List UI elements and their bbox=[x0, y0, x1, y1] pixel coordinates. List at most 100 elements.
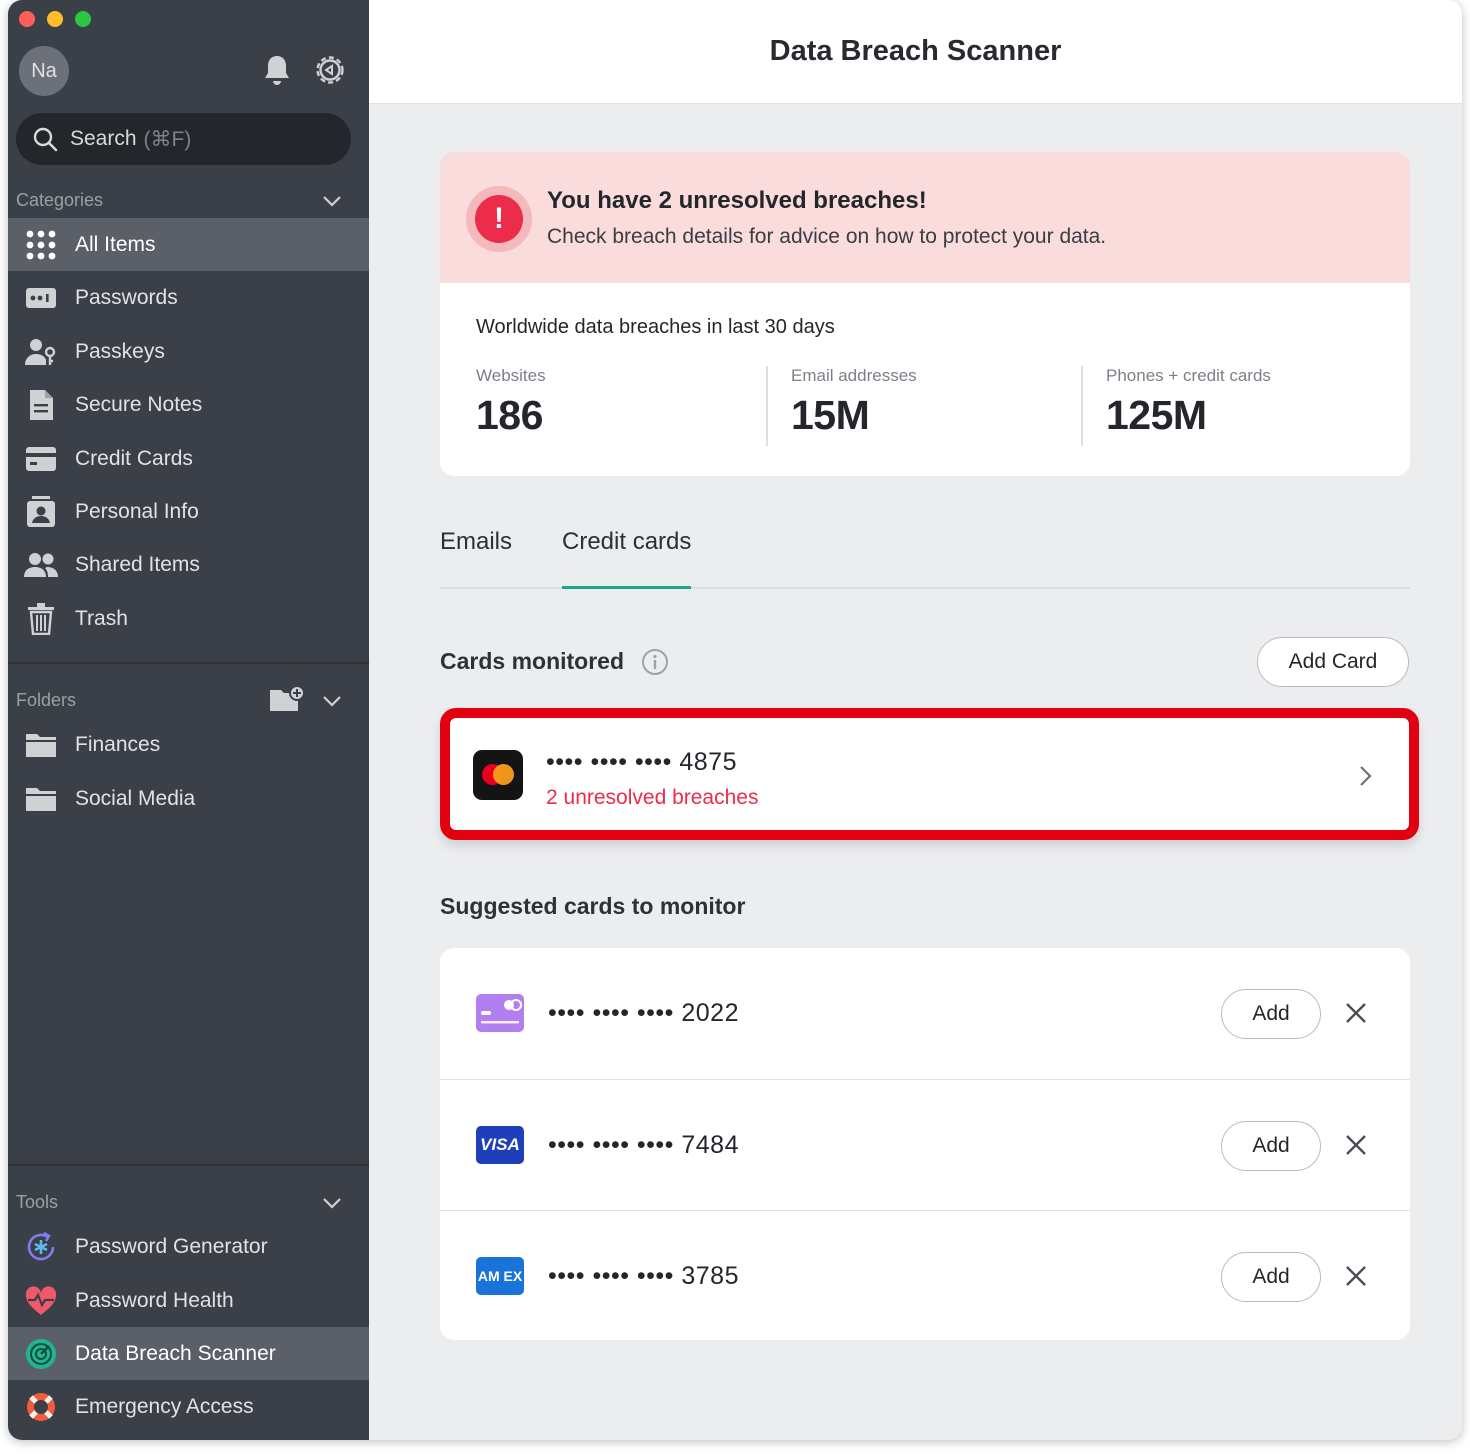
sidebar-item-label: Passwords bbox=[75, 285, 178, 309]
stat-divider bbox=[766, 366, 768, 446]
monitored-card-row[interactable]: •••• •••• •••• 4875 2 unresolved breache… bbox=[440, 708, 1419, 840]
search-shortcut: (⌘F) bbox=[143, 127, 192, 151]
close-icon[interactable] bbox=[1344, 1264, 1368, 1288]
tools-header[interactable]: Tools bbox=[8, 1186, 369, 1218]
sidebar-item-label: Secure Notes bbox=[75, 392, 203, 416]
breach-status: 2 unresolved breaches bbox=[546, 786, 759, 809]
card-number: •••• •••• •••• 7484 bbox=[548, 1131, 739, 1159]
trash-icon bbox=[24, 602, 58, 636]
amex-icon: AM EX bbox=[476, 1257, 524, 1295]
people-icon bbox=[24, 548, 58, 582]
password-icon bbox=[24, 281, 58, 315]
chevron-right-icon[interactable] bbox=[1357, 764, 1373, 788]
generic-card-icon bbox=[476, 994, 524, 1032]
sidebar-tool-password-health[interactable]: Password Health bbox=[8, 1274, 369, 1327]
zoom-window-button[interactable] bbox=[75, 11, 91, 27]
alert-title: You have 2 unresolved breaches! bbox=[547, 187, 927, 214]
breach-alert-banner: ! You have 2 unresolved breaches! Check … bbox=[440, 152, 1410, 283]
sidebar-item-label: Trash bbox=[75, 606, 128, 630]
categories-header[interactable]: Categories bbox=[8, 184, 369, 216]
note-icon bbox=[24, 388, 58, 422]
close-window-button[interactable] bbox=[19, 11, 35, 27]
close-icon[interactable] bbox=[1344, 1001, 1368, 1025]
stat-phones-credit-cards: Phones + credit cards 125M bbox=[1106, 366, 1396, 448]
info-icon[interactable] bbox=[641, 648, 669, 676]
bell-icon[interactable] bbox=[261, 53, 293, 89]
alert-subtitle: Check breach details for advice on how t… bbox=[547, 225, 1107, 248]
sidebar-item-secure-notes[interactable]: Secure Notes bbox=[8, 378, 369, 431]
tools-label: Tools bbox=[16, 1191, 59, 1212]
sidebar-folder-finances[interactable]: Finances bbox=[8, 718, 369, 771]
divider bbox=[8, 662, 369, 664]
sidebar-item-trash[interactable]: Trash bbox=[8, 592, 369, 645]
sidebar-item-label: Social Media bbox=[75, 786, 196, 810]
chevron-down-icon[interactable] bbox=[321, 1192, 343, 1214]
avatar[interactable]: Na bbox=[19, 46, 69, 96]
stat-value: 125M bbox=[1106, 392, 1207, 438]
sidebar-item-label: Personal Info bbox=[75, 499, 199, 523]
tab-emails[interactable]: Emails bbox=[440, 528, 512, 589]
sidebar-item-label: Passkeys bbox=[75, 339, 165, 363]
app-window: Na Search (⌘F) Categories All Items Pass… bbox=[8, 0, 1462, 1440]
card-number: •••• •••• •••• 3785 bbox=[548, 1262, 739, 1290]
breach-summary-card: ! You have 2 unresolved breaches! Check … bbox=[440, 152, 1410, 476]
add-card-2022-button[interactable]: Add bbox=[1221, 989, 1321, 1039]
visa-icon: VISA bbox=[476, 1126, 524, 1164]
stat-label: Phones + credit cards bbox=[1106, 366, 1271, 385]
folders-header[interactable]: Folders bbox=[8, 684, 369, 716]
close-icon[interactable] bbox=[1344, 1133, 1368, 1157]
alert-icon-ring: ! bbox=[466, 186, 532, 252]
stat-label: Websites bbox=[476, 366, 546, 385]
stat-websites: Websites 186 bbox=[476, 366, 766, 448]
suggested-cards-list: •••• •••• •••• 2022 Add VISA •••• •••• •… bbox=[440, 948, 1410, 1340]
sidebar-item-passkeys[interactable]: Passkeys bbox=[8, 325, 369, 378]
radar-icon bbox=[24, 1337, 58, 1371]
sidebar-tool-emergency-access[interactable]: Emergency Access bbox=[8, 1380, 369, 1433]
gear-icon[interactable] bbox=[313, 53, 347, 87]
sidebar-item-personal-info[interactable]: Personal Info bbox=[8, 485, 369, 538]
add-card-3785-button[interactable]: Add bbox=[1221, 1252, 1321, 1302]
sidebar-item-label: Credit Cards bbox=[75, 446, 193, 470]
sidebar-item-label: Shared Items bbox=[75, 552, 200, 576]
add-card-button[interactable]: Add Card bbox=[1257, 637, 1409, 687]
divider bbox=[8, 1164, 369, 1166]
add-folder-icon[interactable] bbox=[269, 684, 305, 714]
sidebar-item-all-items[interactable]: All Items bbox=[8, 218, 369, 271]
card-number: •••• •••• •••• 4875 bbox=[546, 748, 737, 776]
minimize-window-button[interactable] bbox=[47, 11, 63, 27]
sidebar-item-passwords[interactable]: Passwords bbox=[8, 271, 369, 324]
credit-card-icon bbox=[24, 442, 58, 476]
card-number: •••• •••• •••• 2022 bbox=[548, 999, 739, 1027]
main-content: Data Breach Scanner ! You have 2 unresol… bbox=[369, 0, 1462, 1440]
search-input[interactable]: Search (⌘F) bbox=[16, 113, 351, 165]
folder-icon bbox=[24, 782, 58, 816]
tab-credit-cards[interactable]: Credit cards bbox=[562, 528, 692, 589]
passkey-icon bbox=[24, 335, 58, 369]
sidebar-item-label: Password Health bbox=[75, 1288, 234, 1312]
stat-value: 186 bbox=[476, 392, 543, 438]
sidebar-folder-social-media[interactable]: Social Media bbox=[8, 772, 369, 825]
search-icon bbox=[33, 127, 58, 152]
heart-pulse-icon bbox=[24, 1284, 58, 1318]
stat-value: 15M bbox=[791, 392, 870, 438]
stats-title: Worldwide data breaches in last 30 days bbox=[476, 316, 835, 338]
suggested-card-row: •••• •••• •••• 2022 Add bbox=[440, 948, 1410, 1078]
sidebar-tool-password-generator[interactable]: Password Generator bbox=[8, 1220, 369, 1273]
sidebar-item-label: Finances bbox=[75, 732, 161, 756]
lifebuoy-icon bbox=[24, 1390, 58, 1424]
sidebar-item-label: Emergency Access bbox=[75, 1394, 254, 1418]
stat-label: Email addresses bbox=[791, 366, 917, 385]
page-title: Data Breach Scanner bbox=[369, 0, 1462, 104]
chevron-down-icon[interactable] bbox=[321, 690, 343, 712]
search-placeholder: Search bbox=[70, 127, 137, 150]
sidebar-item-shared-items[interactable]: Shared Items bbox=[8, 538, 369, 591]
window-controls bbox=[19, 11, 91, 27]
add-card-7484-button[interactable]: Add bbox=[1221, 1121, 1321, 1171]
folders-label: Folders bbox=[16, 689, 77, 710]
sidebar-tool-data-breach-scanner[interactable]: Data Breach Scanner bbox=[8, 1327, 369, 1380]
sidebar-item-label: Data Breach Scanner bbox=[75, 1341, 276, 1365]
generator-icon bbox=[24, 1230, 58, 1264]
chevron-down-icon[interactable] bbox=[321, 190, 343, 212]
sidebar-item-credit-cards[interactable]: Credit Cards bbox=[8, 432, 369, 485]
suggested-cards-title: Suggested cards to monitor bbox=[440, 893, 746, 919]
